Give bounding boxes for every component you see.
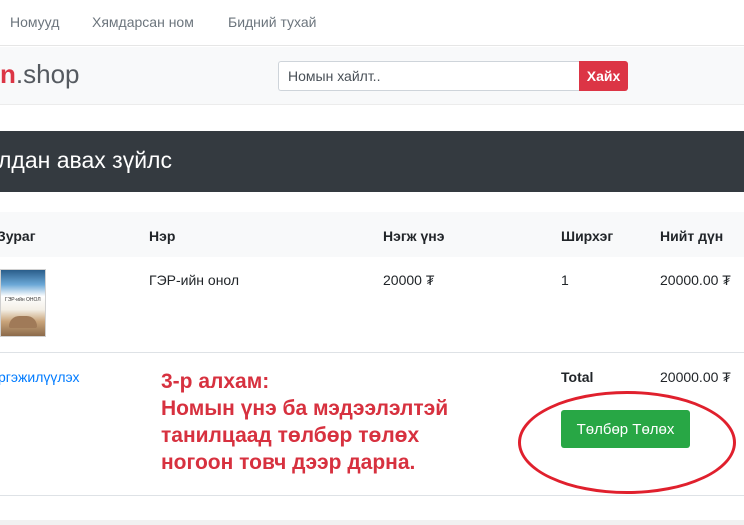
nav-link-discounted-books[interactable]: Хямдарсан ном [92,14,194,30]
column-header-total: Нийт дүн [660,228,724,244]
column-header-name: Нэр [149,228,176,244]
total-value: 20000.00 ₮ [660,369,731,385]
continue-shopping-link[interactable]: ргэжилүүлэх [0,369,80,385]
total-label: Total [561,369,594,385]
table-header: Зураг Нэр Нэгж үнэ Ширхэг Нийт дүн [0,212,744,257]
logo-accent: n [0,59,16,89]
annotation-line: танилцаад төлбөр төлөх [161,424,420,447]
item-name: ГЭР-ийн онол [149,272,240,288]
site-header: n.shop Хайх [0,47,744,105]
tutorial-annotation: 3-р алхам: Номын үнэ ба мэдээлэлтэй тани… [161,368,448,476]
nav-link-books[interactable]: Номууд [10,14,59,30]
site-logo[interactable]: n.shop [0,59,80,90]
annotation-line: ногоон товч дээр дарна. [161,451,416,474]
highlight-ellipse [518,391,736,494]
page-title-bar: лдан авах зүйлс [0,131,744,192]
logo-text: .shop [15,59,80,89]
annotation-line: 3-р алхам: [161,370,270,393]
item-total: 20000.00 ₮ [660,272,731,288]
yurt-illustration [9,316,37,328]
item-unit-price: 20000 ₮ [383,272,435,288]
annotation-line: Номын үнэ ба мэдээлэлтэй [161,397,449,420]
book-cover-text: ГЭР-ийн ОНОЛ [5,297,41,303]
column-header-quantity: Ширхэг [561,228,614,244]
top-navbar: Номууд Хямдарсан ном Бидний тухай [0,0,744,46]
search-input[interactable] [278,61,580,91]
table-row: ГЭР-ийн ОНОЛ ГЭР-ийн онол 20000 ₮ 1 2000… [0,257,744,353]
item-quantity: 1 [561,272,569,288]
search-button[interactable]: Хайх [579,61,628,91]
nav-link-about-us[interactable]: Бидний тухай [228,14,316,30]
column-header-unit-price: Нэгж үнэ [383,228,445,244]
page-footer-edge [0,520,744,525]
page-title: лдан авах зүйлс [0,147,172,173]
column-header-image: Зураг [0,228,36,244]
book-cover-image[interactable]: ГЭР-ийн ОНОЛ [0,269,46,337]
